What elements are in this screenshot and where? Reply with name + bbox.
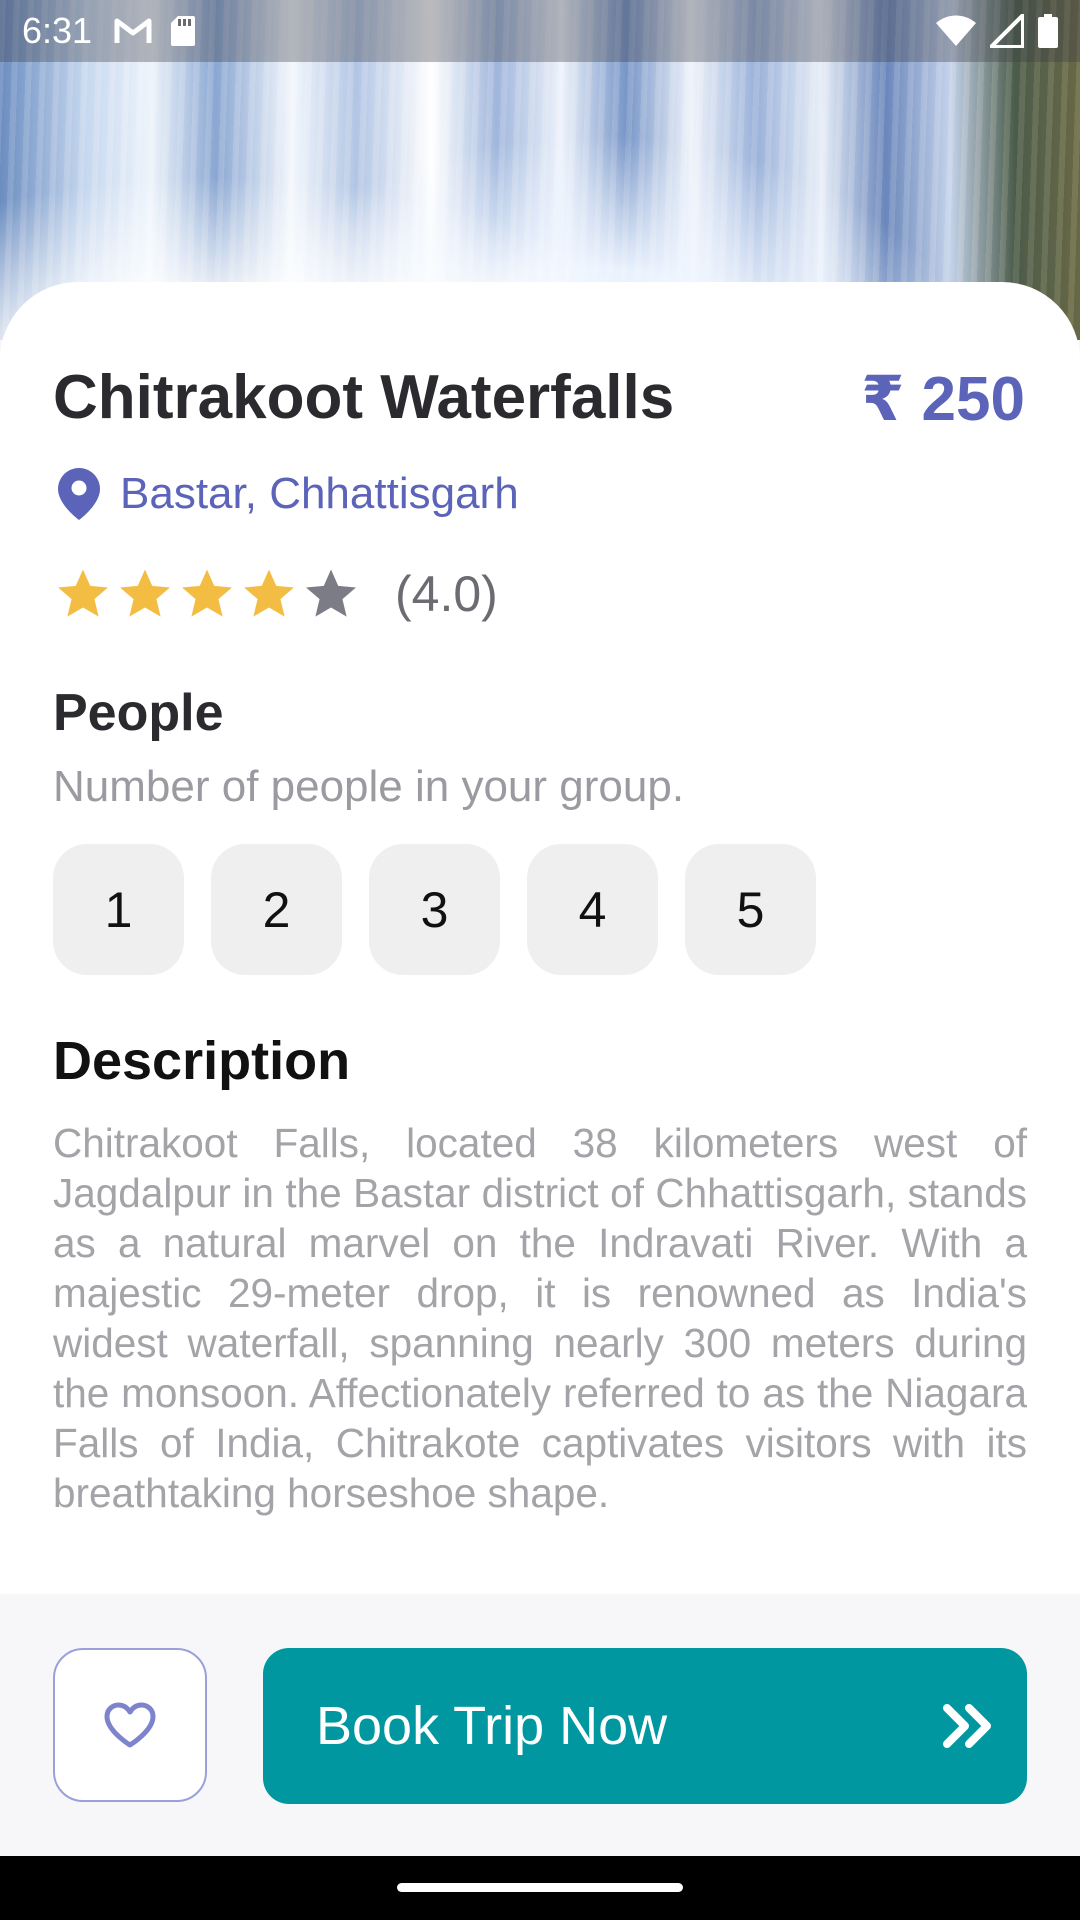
people-option-5[interactable]: 5 (685, 844, 816, 975)
location-pin-icon (58, 468, 100, 520)
people-option-2[interactable]: 2 (211, 844, 342, 975)
star-filled-icon (182, 569, 232, 617)
place-price: ₹ 250 (861, 365, 1025, 434)
star-filled-icon (244, 569, 294, 617)
people-option-3[interactable]: 3 (369, 844, 500, 975)
place-title: Chitrakoot Waterfalls (53, 363, 675, 432)
status-time: 6:31 (22, 10, 93, 51)
favorite-button[interactable] (53, 1648, 207, 1802)
description-heading: Description (53, 1031, 351, 1091)
wifi-icon (936, 15, 976, 46)
book-trip-label: Book Trip Now (316, 1696, 668, 1756)
people-option-1[interactable]: 1 (53, 844, 184, 975)
description-text: Chitrakoot Falls, located 38 kilometers … (53, 1120, 1027, 1516)
sd-card-icon (171, 16, 196, 46)
rating-value: (4.0) (395, 566, 498, 622)
star-empty-icon (306, 569, 356, 617)
signal-icon (990, 14, 1024, 48)
home-indicator[interactable] (397, 1883, 683, 1892)
battery-icon (1038, 14, 1058, 48)
heart-outline-icon (104, 1702, 156, 1748)
double-chevron-right-icon (943, 1704, 991, 1748)
rating: (4.0) (55, 565, 498, 623)
place-location[interactable]: Bastar, Chhattisgarh (58, 468, 519, 520)
people-option-4[interactable]: 4 (527, 844, 658, 975)
status-bar: 6:31 (0, 0, 1080, 62)
people-options: 1 2 3 4 5 (53, 844, 816, 975)
gmail-icon (114, 18, 152, 43)
people-subtitle: Number of people in your group. (53, 762, 685, 811)
star-filled-icon (58, 569, 108, 617)
star-filled-icon (120, 569, 170, 617)
screen: 6:31 Chitrakoot Waterfalls ₹ 250 Bastar,… (0, 0, 1080, 1920)
book-trip-button[interactable]: Book Trip Now (263, 1648, 1027, 1804)
location-label: Bastar, Chhattisgarh (120, 469, 519, 518)
people-heading: People (53, 684, 224, 742)
